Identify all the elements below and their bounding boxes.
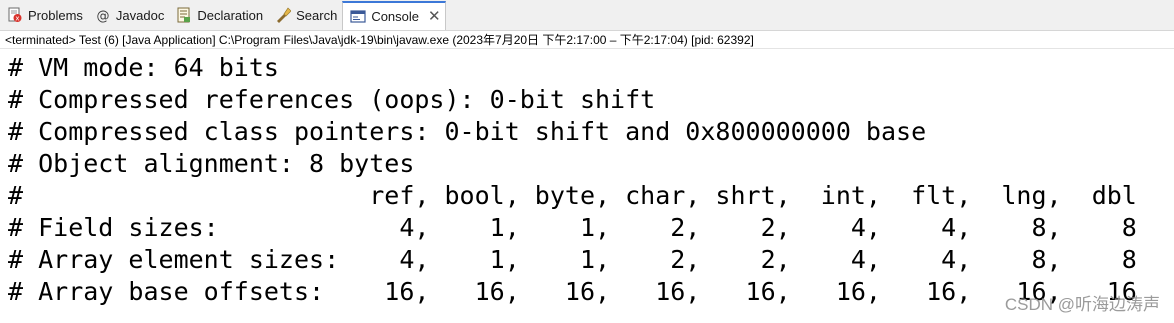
console-icon	[350, 9, 366, 25]
tab-bar-filler	[446, 0, 1174, 30]
problems-icon: x	[7, 7, 23, 23]
console-line: # Object alignment: 8 bytes	[8, 149, 415, 178]
console-line: # Field sizes: 4, 1, 1, 2, 2, 4, 4, 8, 8	[8, 213, 1137, 242]
tab-console[interactable]: Console ✕	[342, 1, 446, 30]
watermark: CSDN @听海边涛声	[1004, 295, 1160, 314]
tab-label: Javadoc	[115, 7, 165, 23]
console-status-line: <terminated> Test (6) [Java Application]…	[0, 31, 1174, 49]
declaration-icon	[176, 7, 192, 23]
at-icon: @	[95, 7, 111, 23]
console-line: # Compressed references (oops): 0-bit sh…	[8, 85, 656, 114]
tab-label: Problems	[28, 7, 83, 23]
tab-search[interactable]: Search	[268, 0, 342, 30]
tab-label: Declaration	[197, 7, 264, 23]
console-line: # Array element sizes: 4, 1, 1, 2, 2, 4,…	[8, 245, 1137, 274]
console-line: # Compressed class pointers: 0-bit shift…	[8, 117, 927, 146]
tab-label: Console	[371, 9, 420, 24]
svg-text:@: @	[96, 9, 109, 23]
tab-label: Search	[296, 7, 338, 23]
close-icon[interactable]: ✕	[428, 9, 441, 24]
tab-problems[interactable]: x Problems	[0, 0, 88, 30]
console-line: # ref, bool, byte, char, shrt, int, flt,…	[8, 181, 1137, 210]
tab-javadoc[interactable]: @ Javadoc	[88, 0, 169, 30]
console-output[interactable]: # VM mode: 64 bits # Compressed referenc…	[0, 50, 1174, 323]
view-tab-bar: x Problems @ Javadoc Declaration Search …	[0, 0, 1174, 31]
console-line: # VM mode: 64 bits	[8, 53, 279, 82]
svg-text:x: x	[15, 15, 19, 23]
tab-declaration[interactable]: Declaration	[169, 0, 268, 30]
console-line: # Array base offsets: 16, 16, 16, 16, 16…	[8, 277, 1137, 306]
flashlight-icon	[275, 7, 292, 23]
